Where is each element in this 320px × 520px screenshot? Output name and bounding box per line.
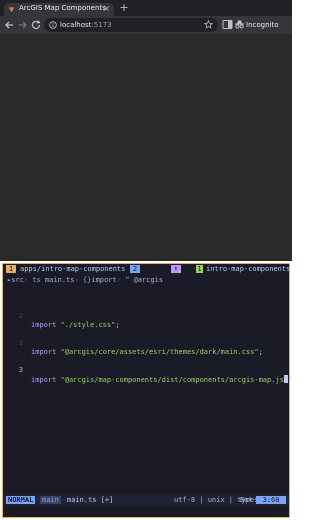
tmux-session-icon: ⬆ xyxy=(171,265,181,273)
scroll-position: Bot xyxy=(240,496,253,504)
breadcrumb-module[interactable]: @arcgis xyxy=(134,276,164,284)
breadcrumb-file[interactable]: main.ts xyxy=(45,276,75,284)
bookmark-star-icon[interactable] xyxy=(204,20,213,29)
url-port: :5173 xyxy=(91,21,112,29)
typescript-file-icon: ts xyxy=(32,276,45,284)
address-bar[interactable]: localhost:5173 xyxy=(44,18,218,32)
reload-icon[interactable] xyxy=(30,19,42,31)
arcgis-icon xyxy=(8,7,15,13)
terminal-window: 1 apps/intro-map-components 2 ⬆ 1 intro-… xyxy=(0,261,292,520)
chevron-right-icon: › xyxy=(74,276,83,284)
breadcrumb-symbol[interactable]: import xyxy=(91,276,116,284)
line-number: 1 xyxy=(18,339,23,347)
new-tab-button[interactable]: + xyxy=(118,2,130,14)
browser-toolbar: localhost:5173 Incognito xyxy=(0,16,292,34)
code-line-current: 3 import "@arcgis/map-components/dist/co… xyxy=(3,357,292,384)
status-filename: main.ts [+] xyxy=(67,496,114,504)
profile-label[interactable]: Incognito xyxy=(246,19,278,31)
code-editor[interactable]: 2 import "./style.css"; 1 import "@arcgi… xyxy=(3,285,292,384)
tab-close-icon[interactable]: × xyxy=(103,3,110,15)
tab-strip: ArcGIS Map Components × + xyxy=(0,0,292,16)
tmux-session-name: intro-map-components xyxy=(206,265,291,273)
page-viewport[interactable] xyxy=(0,34,292,261)
mode-indicator: NORMAL xyxy=(6,496,36,504)
url-text: localhost:5173 xyxy=(60,19,112,31)
tmux-status-bar: 1 apps/intro-map-components 2 ⬆ 1 intro-… xyxy=(3,264,291,274)
line-number: 2 xyxy=(18,312,23,320)
chevron-right-icon: › xyxy=(116,276,126,284)
tab-arcgis-map-components[interactable]: ArcGIS Map Components × xyxy=(4,3,114,16)
string-literal: "./style.css" xyxy=(60,321,116,329)
line-end: " xyxy=(287,376,293,384)
tab-title: ArcGIS Map Components xyxy=(19,4,106,12)
terminal-pane[interactable]: 1 apps/intro-map-components 2 ⬆ 1 intro-… xyxy=(2,263,292,518)
url-host: localhost xyxy=(60,21,92,29)
string-literal: "@arcgis/core/assets/esri/themes/dark/ma… xyxy=(60,348,259,356)
code-line: 2 import "./style.css"; xyxy=(3,303,289,329)
statusline: NORMAL main main.ts [+] utf-8 | unix | t… xyxy=(3,495,289,505)
line-end: ; xyxy=(115,321,120,329)
site-info-icon[interactable] xyxy=(49,21,57,29)
git-branch: main xyxy=(40,496,61,504)
tmux-window-name[interactable]: apps/intro-map-components xyxy=(20,265,125,274)
code-line: 1 import "@arcgis/core/assets/esri/theme… xyxy=(3,330,289,356)
line-end: ; xyxy=(258,348,263,356)
terminal-frame: 1 apps/intro-map-components 2 ⬆ 1 intro-… xyxy=(0,261,292,520)
breadcrumb-folder[interactable]: src xyxy=(11,276,24,284)
module-icon: ❞ xyxy=(125,276,134,284)
string-literal: "@arcgis/map-components/dist/components/… xyxy=(60,376,284,384)
side-panel-icon[interactable] xyxy=(222,19,233,30)
tmux-session-number: 1 xyxy=(196,265,203,273)
tmux-window-count: 2 xyxy=(130,265,140,273)
code-text[interactable]: import "@arcgis/map-components/dist/comp… xyxy=(31,375,292,385)
cursor-position: 3:60 xyxy=(256,496,286,504)
keyword: import xyxy=(31,376,57,384)
back-arrow-icon[interactable] xyxy=(3,19,15,31)
keyword: import xyxy=(31,348,57,356)
tmux-window-number[interactable]: 1 xyxy=(6,265,16,273)
code-text[interactable]: import "@arcgis/core/assets/esri/themes/… xyxy=(31,348,263,357)
code-text[interactable]: import "./style.css"; xyxy=(31,321,120,330)
breadcrumb: ▸src› ts main.ts› {}import› ❞ @arcgis xyxy=(7,276,163,285)
forward-arrow-icon[interactable] xyxy=(17,19,29,31)
keyword: import xyxy=(31,321,57,329)
browser-window: ArcGIS Map Components × + localhost:5173 xyxy=(0,0,292,261)
incognito-icon[interactable] xyxy=(234,19,245,30)
line-number: 3 xyxy=(18,366,23,374)
